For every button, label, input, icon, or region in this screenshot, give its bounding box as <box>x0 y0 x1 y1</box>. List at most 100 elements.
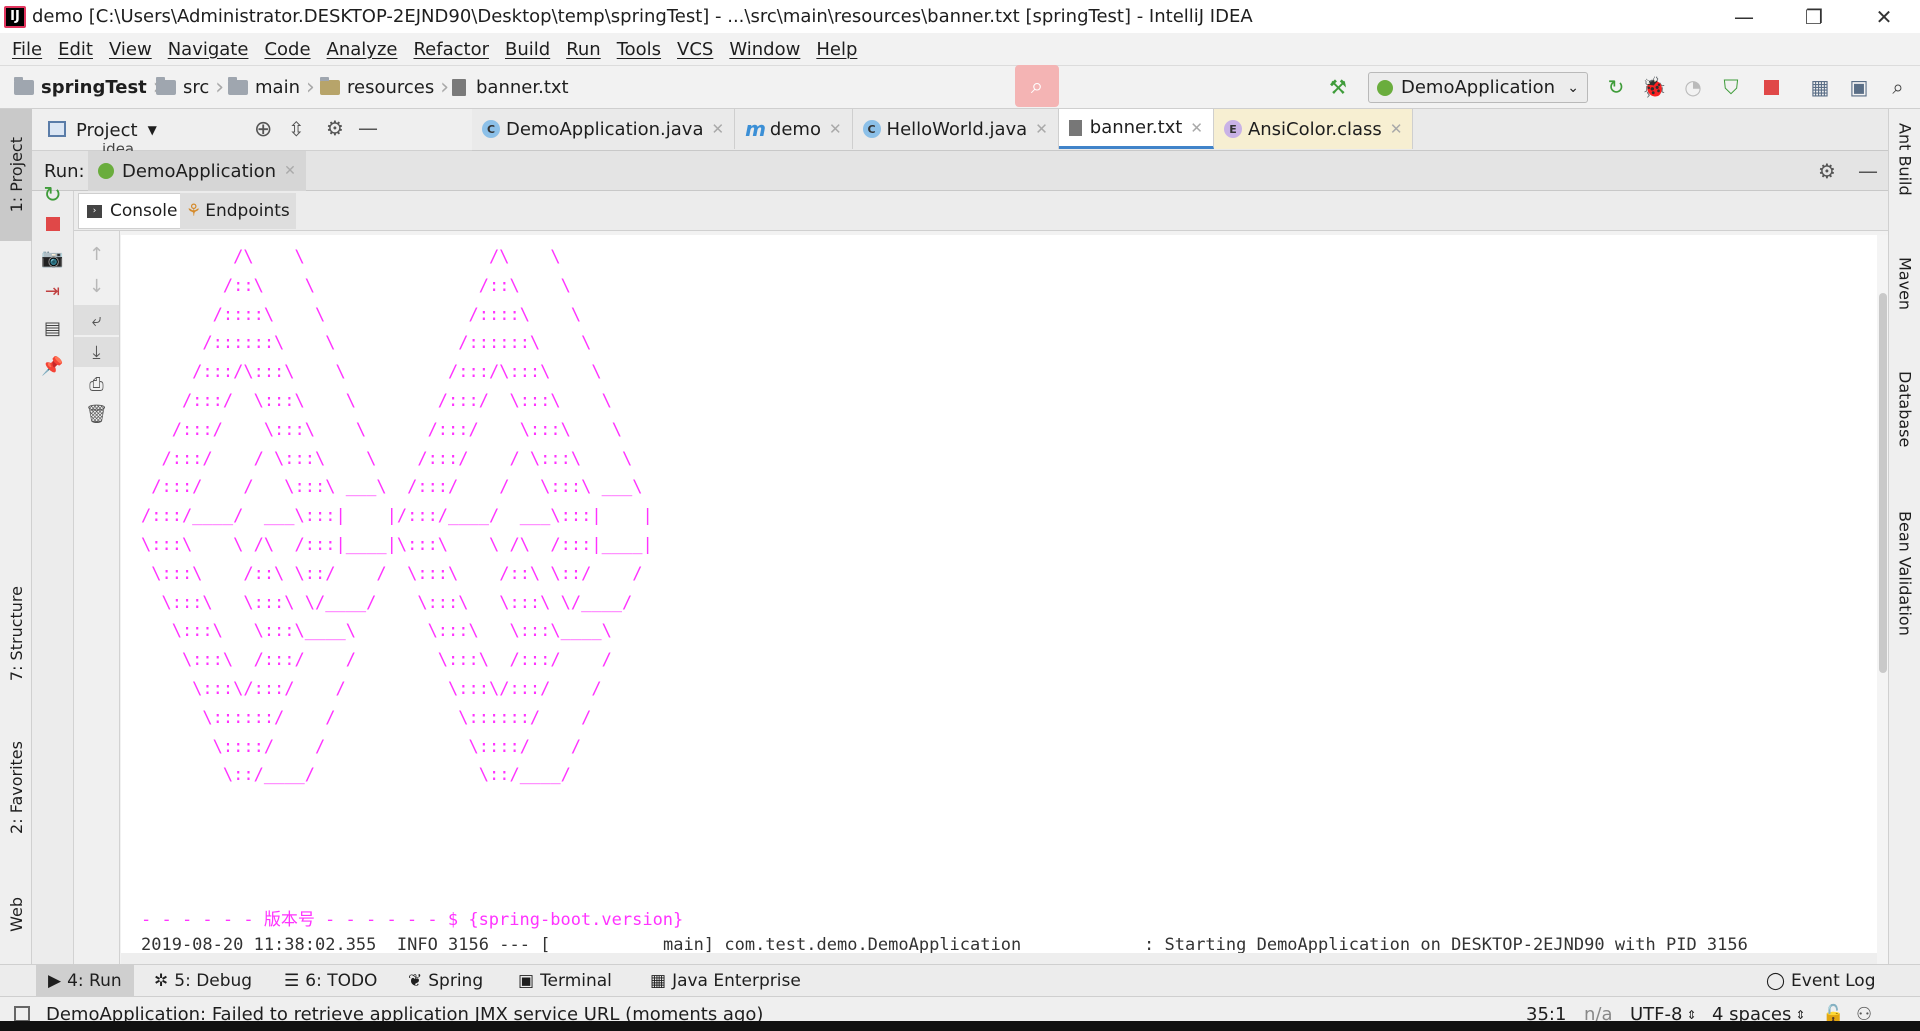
stop-icon[interactable] <box>1758 74 1784 100</box>
rerun-icon[interactable]: ↻ <box>1603 74 1629 100</box>
tool-tab-maven[interactable]: Maven <box>1889 257 1920 357</box>
console-tab[interactable]: › Console <box>78 193 187 229</box>
speech-bubble-icon: ◯ <box>1766 971 1786 991</box>
menu-window[interactable]: Window <box>721 39 808 60</box>
sdk-icon[interactable]: ▣ <box>1846 74 1872 100</box>
editor-tab-banner[interactable]: banner.txt ✕ <box>1058 109 1214 149</box>
menu-navigate[interactable]: Navigate <box>160 39 257 60</box>
search-everywhere-icon[interactable]: ⌕ <box>1885 74 1911 100</box>
gear-icon[interactable]: ⚙ <box>1818 159 1836 183</box>
tool-tab-structure[interactable]: 7: Structure <box>0 574 32 694</box>
close-tab-icon[interactable]: ✕ <box>284 163 296 179</box>
pin-icon[interactable]: 📌 <box>32 351 73 381</box>
breadcrumb-project[interactable]: springTest › <box>14 66 168 108</box>
class-icon: C <box>862 120 881 138</box>
console-tab-label: Console <box>110 201 178 221</box>
close-window-button[interactable]: ✕ <box>1848 0 1920 33</box>
breadcrumb-src[interactable]: src › <box>156 66 230 108</box>
breadcrumb-resources[interactable]: resources › <box>320 66 455 108</box>
console-log-line: 2019-08-20 11:38:02.355 INFO 3156 --- [ … <box>141 935 1748 955</box>
menu-tools[interactable]: Tools <box>609 39 669 60</box>
scrollbar-thumb[interactable] <box>1879 293 1887 673</box>
text-file-icon <box>452 78 466 96</box>
search-icon[interactable]: ⌕ <box>1015 65 1059 107</box>
run-configuration-selector[interactable]: DemoApplication ⌄ <box>1368 72 1588 103</box>
project-structure-icon[interactable]: ▦ <box>1807 74 1833 100</box>
folder-icon <box>14 76 34 95</box>
gear-icon[interactable]: ⚙ <box>326 116 344 140</box>
debug-icon: ✲ <box>154 971 169 991</box>
tool-tab-web[interactable]: Web <box>0 874 32 954</box>
chevron-down-icon: ⌄ <box>1567 79 1579 96</box>
bottom-tab-label: 4: Run <box>67 971 122 991</box>
profile-icon[interactable]: ◔ <box>1680 74 1706 100</box>
console-output[interactable]: /\ \ /\ \ /::\ \ /::\ \ /::::\ \ /::::\ … <box>121 235 1877 964</box>
close-tab-icon[interactable]: ✕ <box>1035 120 1048 138</box>
console-vertical-scrollbar[interactable] <box>1877 235 1888 964</box>
bottom-tab-java-enterprise[interactable]: ▦ Java Enterprise <box>650 965 801 997</box>
coverage-icon[interactable]: ⛉ <box>1718 74 1744 100</box>
build-hammer-icon[interactable]: ⚒ <box>1325 74 1351 100</box>
bottom-tab-debug[interactable]: ✲ 5: Debug <box>154 965 252 997</box>
tool-tab-project[interactable]: 1: Project <box>0 109 32 241</box>
arrow-up-icon[interactable]: ↑ <box>74 239 119 269</box>
menu-file[interactable]: File <box>4 39 50 60</box>
endpoints-tab[interactable]: ⚘ Endpoints <box>180 193 296 229</box>
menu-view[interactable]: View <box>101 39 160 60</box>
tool-tab-ant-build[interactable]: Ant Build <box>1889 123 1920 233</box>
collapse-all-icon[interactable]: ⇳ <box>288 117 305 141</box>
menu-bar: File Edit View Navigate Code Analyze Ref… <box>0 33 1920 65</box>
menu-refactor[interactable]: Refactor <box>405 39 497 60</box>
hide-panel-icon[interactable]: — <box>1858 159 1878 183</box>
right-tool-strip: Ant Build Maven Database Bean Validation <box>1888 109 1920 964</box>
bottom-tab-terminal[interactable]: ▣ Terminal <box>518 965 612 997</box>
menu-run[interactable]: Run <box>558 39 609 60</box>
spring-boot-icon <box>98 163 114 179</box>
hide-panel-icon[interactable]: — <box>358 116 378 140</box>
exit-icon[interactable]: ⇥ <box>32 276 73 306</box>
restore-button[interactable]: ❐ <box>1778 0 1850 33</box>
project-tree-item[interactable]: idea <box>102 143 134 151</box>
stop-icon[interactable] <box>32 209 73 239</box>
editor-tab-ansicolor[interactable]: E AnsiColor.class ✕ <box>1213 109 1414 149</box>
console-horizontal-scrollbar[interactable] <box>121 953 1877 964</box>
print-icon[interactable]: ⎙ <box>74 369 119 399</box>
breadcrumb-file[interactable]: banner.txt <box>452 66 569 108</box>
menu-vcs[interactable]: VCS <box>669 39 721 60</box>
trash-icon[interactable]: 🗑 <box>74 399 119 429</box>
run-icon: ▶ <box>48 971 62 991</box>
menu-help[interactable]: Help <box>808 39 865 60</box>
layout-icon[interactable]: ▤ <box>32 313 73 343</box>
console-version-line: - - - - - - 版本号 - - - - - - $ {spring-bo… <box>141 910 684 930</box>
toggle-tool-windows-icon[interactable] <box>14 1006 30 1022</box>
tab-label: banner.txt <box>1089 117 1183 138</box>
editor-tab-helloworld[interactable]: C HelloWorld.java ✕ <box>853 109 1059 149</box>
breadcrumb-label: main <box>255 76 300 98</box>
arrow-down-icon[interactable]: ↓ <box>74 271 119 301</box>
menu-code[interactable]: Code <box>256 39 318 60</box>
run-tab-demoapplication[interactable]: DemoApplication ✕ <box>88 151 306 191</box>
bottom-tab-event-log[interactable]: ◯ Event Log <box>1766 965 1876 997</box>
soft-wrap-icon[interactable]: ⤶ <box>74 305 119 335</box>
minimize-button[interactable]: — <box>1708 0 1780 33</box>
bottom-tab-spring[interactable]: ❦ Spring <box>408 965 483 997</box>
close-tab-icon[interactable]: ✕ <box>829 120 842 138</box>
menu-analyze[interactable]: Analyze <box>319 39 406 60</box>
tool-tab-favorites[interactable]: 2: Favorites <box>0 727 32 847</box>
tool-tab-database[interactable]: Database <box>1889 371 1920 491</box>
editor-tab-demo-pom[interactable]: m demo ✕ <box>735 109 853 149</box>
bottom-tab-run[interactable]: ▶ 4: Run <box>36 965 134 997</box>
close-tab-icon[interactable]: ✕ <box>1190 119 1203 137</box>
locate-target-icon[interactable]: ⊕ <box>254 117 272 142</box>
close-tab-icon[interactable]: ✕ <box>1390 120 1403 138</box>
menu-edit[interactable]: Edit <box>50 39 101 60</box>
scroll-to-end-icon[interactable]: ⤓ <box>74 337 119 367</box>
close-tab-icon[interactable]: ✕ <box>712 120 725 138</box>
menu-build[interactable]: Build <box>497 39 558 60</box>
bottom-tab-todo[interactable]: ☰ 6: TODO <box>284 965 377 997</box>
camera-icon[interactable]: 📷 <box>32 243 73 273</box>
editor-tab-demoapplication[interactable]: C DemoApplication.java ✕ <box>472 109 736 149</box>
debug-icon[interactable]: 🐞 <box>1641 74 1667 100</box>
breadcrumb-main[interactable]: main › <box>228 66 321 108</box>
tool-tab-bean-validation[interactable]: Bean Validation <box>1889 511 1920 671</box>
